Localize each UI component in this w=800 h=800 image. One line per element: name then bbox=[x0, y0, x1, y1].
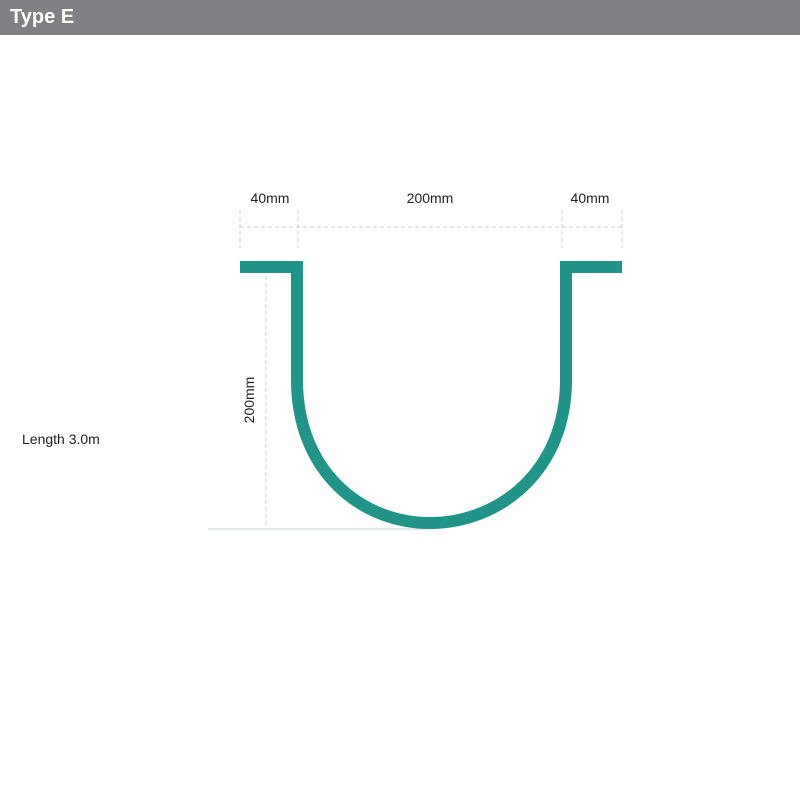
profile-diagram: 40mm 200mm 40mm 200mm bbox=[208, 190, 623, 530]
u-channel-profile bbox=[240, 261, 622, 530]
length-note: Length 3.0m bbox=[22, 431, 100, 447]
channel-width-label: 200mm bbox=[407, 190, 454, 206]
depth-label: 200mm bbox=[241, 377, 257, 424]
left-flange-label: 40mm bbox=[251, 190, 290, 206]
right-flange-label: 40mm bbox=[571, 190, 610, 206]
